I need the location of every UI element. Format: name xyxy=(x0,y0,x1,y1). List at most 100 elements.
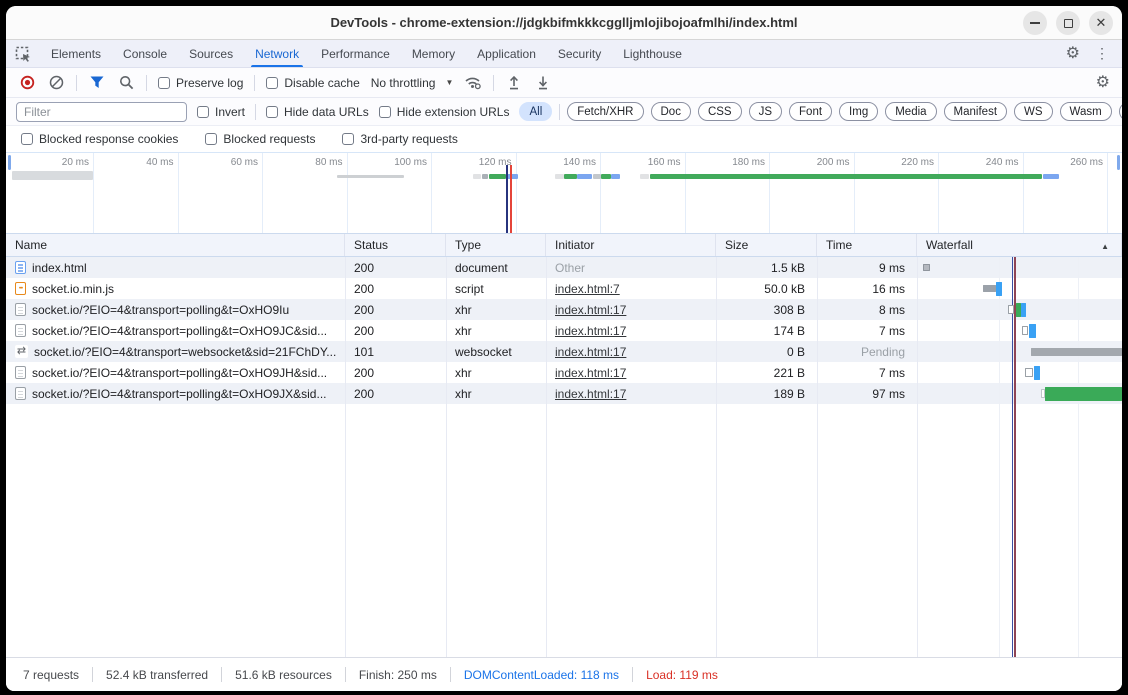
column-header-status[interactable]: Status xyxy=(345,234,446,256)
record-button[interactable] xyxy=(18,74,36,92)
blocked-response-cookies-checkbox[interactable] xyxy=(21,133,33,145)
filter-chip-css[interactable]: CSS xyxy=(698,102,742,121)
column-header-initiator[interactable]: Initiator xyxy=(546,234,716,256)
hide-extension-urls-option[interactable]: Hide extension URLs xyxy=(379,105,510,119)
close-button[interactable]: ✕ xyxy=(1089,11,1113,35)
filter-button[interactable] xyxy=(88,74,106,92)
column-header-name[interactable]: Name xyxy=(6,234,345,256)
network-conditions-button[interactable] xyxy=(464,74,482,92)
filter-chip-font[interactable]: Font xyxy=(789,102,832,121)
window-title: DevTools - chrome-extension://jdgkbifmkk… xyxy=(330,15,797,30)
column-header-waterfall[interactable]: Waterfall xyxy=(917,234,1122,256)
request-name[interactable]: index.html xyxy=(32,261,87,275)
table-row[interactable]: socket.io/?EIO=4&transport=websocket&sid… xyxy=(6,341,1122,362)
search-icon xyxy=(119,75,134,90)
table-row[interactable]: socket.io/?EIO=4&transport=polling&t=OxH… xyxy=(6,320,1122,341)
filter-chip-doc[interactable]: Doc xyxy=(651,102,691,121)
table-row[interactable]: index.html200documentOther1.5 kB9 ms xyxy=(6,257,1122,278)
sort-ascending-icon[interactable]: ▲ xyxy=(1101,242,1109,251)
filter-chip-fetch-xhr[interactable]: Fetch/XHR xyxy=(567,102,643,121)
request-name[interactable]: socket.io/?EIO=4&transport=polling&t=OxH… xyxy=(32,303,289,317)
more-options-icon[interactable]: ⋮ xyxy=(1095,45,1109,62)
settings-gear-icon[interactable]: ⚙ xyxy=(1066,46,1080,62)
request-name[interactable]: socket.io/?EIO=4&transport=polling&t=OxH… xyxy=(32,387,326,401)
blocked-requests-checkbox[interactable] xyxy=(205,133,217,145)
filter-chip-media[interactable]: Media xyxy=(885,102,936,121)
resource-type-filter-chips: All Fetch/XHR Doc CSS JS Font Img Media Manifest… xyxy=(519,102,1122,121)
column-header-type[interactable]: Type xyxy=(446,234,546,256)
3rd-party-requests-option[interactable]: 3rd-party requests xyxy=(342,132,457,146)
status-domcontentloaded: DOMContentLoaded: 118 ms xyxy=(451,668,632,682)
search-button[interactable] xyxy=(117,74,135,92)
filter-chip-all[interactable]: All xyxy=(519,102,552,121)
filter-chip-ws[interactable]: WS xyxy=(1014,102,1053,121)
tab-memory[interactable]: Memory xyxy=(401,40,466,67)
clear-button[interactable] xyxy=(47,74,65,92)
inspect-element-button[interactable] xyxy=(6,40,40,67)
status-51-6-kb-resources: 51.6 kB resources xyxy=(222,668,345,682)
overview-handle-right[interactable] xyxy=(1117,155,1120,170)
blocked-requests-option[interactable]: Blocked requests xyxy=(205,132,315,146)
tab-security[interactable]: Security xyxy=(547,40,612,67)
export-har-button[interactable] xyxy=(534,74,552,92)
table-row[interactable]: socket.io/?EIO=4&transport=polling&t=OxH… xyxy=(6,362,1122,383)
filter-chip-img[interactable]: Img xyxy=(839,102,878,121)
initiator-text: Other xyxy=(555,261,585,275)
filter-chip-other[interactable]: Other xyxy=(1119,102,1122,121)
request-name[interactable]: socket.io.min.js xyxy=(32,282,114,296)
timeline-overview[interactable]: 20 ms40 ms60 ms80 ms100 ms120 ms140 ms16… xyxy=(6,152,1122,233)
initiator-link[interactable]: index.html:7 xyxy=(555,282,620,296)
initiator-link[interactable]: index.html:17 xyxy=(555,324,626,338)
filter-chip-js[interactable]: JS xyxy=(749,102,782,121)
filter-chip-wasm[interactable]: Wasm xyxy=(1060,102,1112,121)
disable-cache-option[interactable]: Disable cache xyxy=(266,76,359,90)
blocked-response-cookies-option[interactable]: Blocked response cookies xyxy=(21,132,178,146)
filter-chip-manifest[interactable]: Manifest xyxy=(944,102,1007,121)
disable-cache-checkbox[interactable] xyxy=(266,77,278,89)
tab-elements[interactable]: Elements xyxy=(40,40,112,67)
table-row[interactable]: socket.io.min.js200scriptindex.html:750.… xyxy=(6,278,1122,299)
network-settings-gear-icon[interactable]: ⚙ xyxy=(1096,75,1110,91)
table-row[interactable]: socket.io/?EIO=4&transport=polling&t=OxH… xyxy=(6,383,1122,404)
request-name[interactable]: socket.io/?EIO=4&transport=polling&t=OxH… xyxy=(32,366,327,380)
initiator-link[interactable]: index.html:17 xyxy=(555,303,626,317)
cell-time: 7 ms xyxy=(817,362,917,383)
invert-option[interactable]: Invert xyxy=(197,105,245,119)
cell-status: 200 xyxy=(345,299,446,320)
hide-extension-urls-checkbox[interactable] xyxy=(379,106,391,118)
clear-icon xyxy=(49,75,64,90)
request-name[interactable]: socket.io/?EIO=4&transport=websocket&sid… xyxy=(34,345,336,359)
overview-handle-left[interactable] xyxy=(8,155,11,170)
hide-data-urls-checkbox[interactable] xyxy=(266,106,278,118)
overview-gridline xyxy=(431,153,432,233)
overview-tick-label: 140 ms xyxy=(534,157,596,168)
waterfall-bar xyxy=(1031,348,1122,356)
preserve-log-option[interactable]: Preserve log xyxy=(158,76,243,90)
throttling-dropdown[interactable]: No throttling ▼ xyxy=(371,76,454,90)
overview-request-bar xyxy=(507,174,518,179)
3rd-party-requests-checkbox[interactable] xyxy=(342,133,354,145)
column-header-time[interactable]: Time xyxy=(817,234,917,256)
import-har-button[interactable] xyxy=(505,74,523,92)
tab-lighthouse[interactable]: Lighthouse xyxy=(612,40,693,67)
hide-data-urls-option[interactable]: Hide data URLs xyxy=(266,105,369,119)
tab-network[interactable]: Network xyxy=(244,40,310,67)
tab-sources[interactable]: Sources xyxy=(178,40,244,67)
tab-console[interactable]: Console xyxy=(112,40,178,67)
initiator-link[interactable]: index.html:17 xyxy=(555,366,626,380)
invert-checkbox[interactable] xyxy=(197,106,209,118)
preserve-log-checkbox[interactable] xyxy=(158,77,170,89)
maximize-icon xyxy=(1064,19,1073,28)
request-name[interactable]: socket.io/?EIO=4&transport=polling&t=OxH… xyxy=(32,324,327,338)
tab-application[interactable]: Application xyxy=(466,40,547,67)
column-header-size[interactable]: Size xyxy=(716,234,817,256)
maximize-button[interactable] xyxy=(1056,11,1080,35)
tab-performance[interactable]: Performance xyxy=(310,40,401,67)
initiator-link[interactable]: index.html:17 xyxy=(555,345,626,359)
cell-name: index.html xyxy=(6,257,345,278)
minimize-button[interactable] xyxy=(1023,11,1047,35)
filter-input[interactable] xyxy=(16,102,187,122)
table-row[interactable]: socket.io/?EIO=4&transport=polling&t=OxH… xyxy=(6,299,1122,320)
hide-extension-urls-label: Hide extension URLs xyxy=(397,105,510,119)
initiator-link[interactable]: index.html:17 xyxy=(555,387,626,401)
